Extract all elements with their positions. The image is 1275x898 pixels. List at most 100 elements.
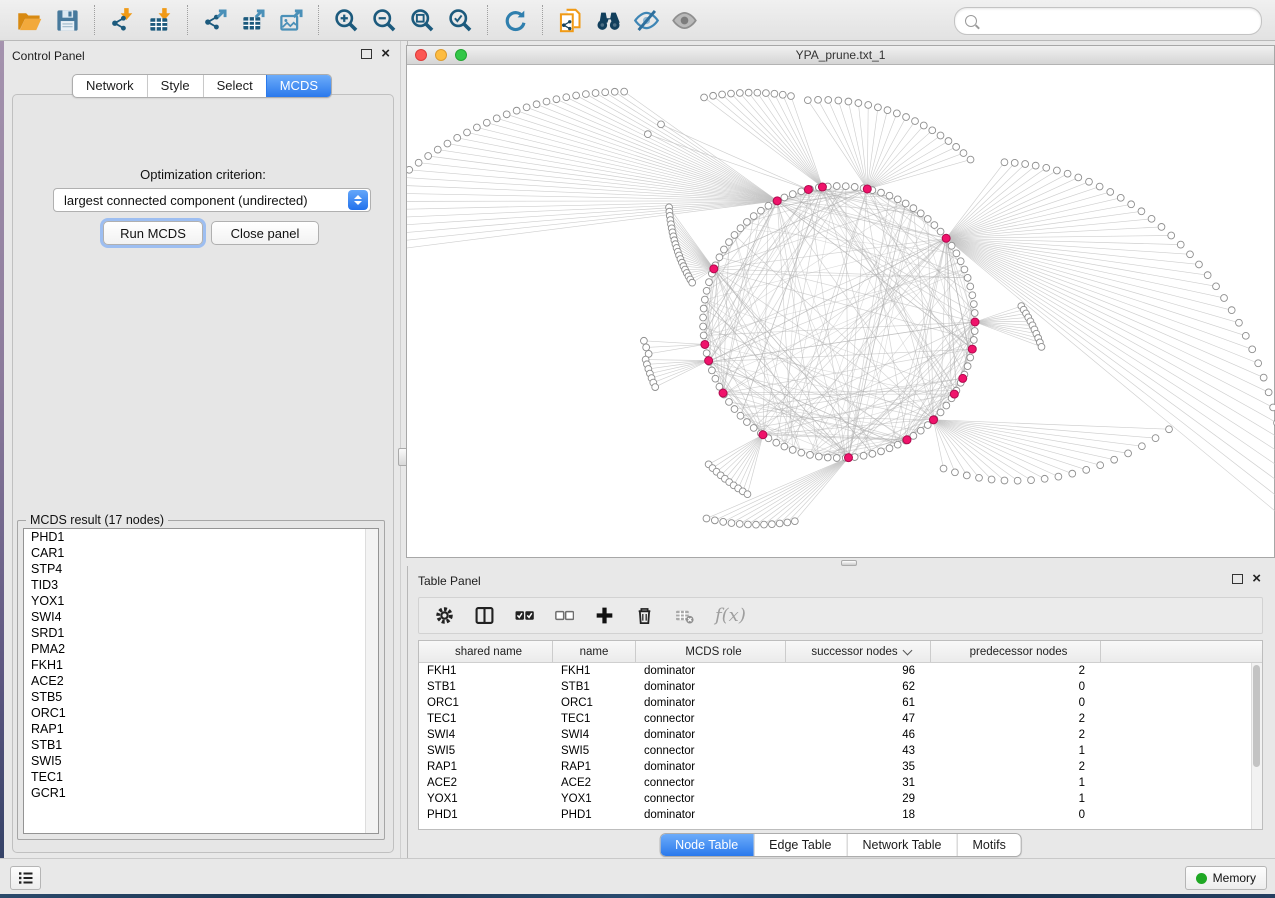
graph-node[interactable]: [1028, 477, 1035, 484]
result-item[interactable]: CAR1: [24, 545, 378, 561]
cell-shared-name[interactable]: TEC1: [419, 713, 553, 725]
export-image-icon[interactable]: [272, 3, 310, 37]
graph-node[interactable]: [845, 98, 852, 105]
result-item[interactable]: ACE2: [24, 673, 378, 689]
cell-predecessor-nodes[interactable]: 0: [931, 681, 1101, 693]
graph-node[interactable]: [473, 124, 480, 131]
graph-node[interactable]: [621, 88, 628, 95]
graph-node[interactable]: [937, 132, 944, 139]
cell-shared-name[interactable]: PHD1: [419, 809, 553, 821]
table-row[interactable]: RAP1RAP1dominator352: [419, 759, 1262, 775]
tab-select[interactable]: Select: [203, 75, 266, 97]
result-item[interactable]: PMA2: [24, 641, 378, 657]
scrollbar-thumb[interactable]: [1253, 665, 1260, 767]
cell-MCDS-role[interactable]: dominator: [636, 809, 786, 821]
cell-name[interactable]: ORC1: [553, 697, 636, 709]
export-table-icon[interactable]: [234, 3, 272, 37]
result-item[interactable]: SWI5: [24, 753, 378, 769]
graph-node[interactable]: [937, 409, 944, 416]
graph-node[interactable]: [964, 274, 971, 281]
graph-node[interactable]: [728, 90, 735, 97]
graph-node[interactable]: [824, 454, 831, 461]
graph-node[interactable]: [1064, 170, 1071, 177]
graph-node[interactable]: [917, 210, 924, 217]
document-share-icon[interactable]: [551, 3, 589, 37]
deselect-all-icon[interactable]: [555, 604, 574, 628]
trash-icon[interactable]: [635, 604, 654, 628]
save-icon[interactable]: [48, 3, 86, 37]
graph-node[interactable]: [1260, 374, 1267, 381]
graph-node[interactable]: [523, 104, 530, 111]
graph-node[interactable]: [1196, 261, 1203, 268]
memory-button[interactable]: Memory: [1185, 866, 1267, 890]
graph-node[interactable]: [701, 296, 708, 303]
graph-node[interactable]: [963, 472, 970, 479]
graph-node[interactable]: [1001, 159, 1008, 166]
cell-successor-nodes[interactable]: 62: [786, 681, 931, 693]
graph-node[interactable]: [719, 91, 726, 98]
cell-successor-nodes[interactable]: 61: [786, 697, 931, 709]
graph-node[interactable]: [652, 384, 659, 391]
graph-node[interactable]: [750, 425, 757, 432]
table-row[interactable]: PHD1PHD1dominator180: [419, 807, 1262, 823]
graph-node[interactable]: [1128, 201, 1135, 208]
graph-node[interactable]: [1255, 360, 1262, 367]
graph-node[interactable]: [743, 219, 750, 226]
graph-node[interactable]: [1041, 475, 1048, 482]
result-item[interactable]: TEC1: [24, 769, 378, 785]
graph-node[interactable]: [444, 140, 451, 147]
graph-node[interactable]: [860, 452, 867, 459]
zoom-in-icon[interactable]: [327, 3, 365, 37]
graph-node[interactable]: [1111, 456, 1118, 463]
graph-node[interactable]: [945, 138, 952, 145]
graph-node[interactable]: [1083, 466, 1090, 473]
graph-node[interactable]: [611, 88, 618, 95]
graph-node[interactable]: [1069, 470, 1076, 477]
cell-successor-nodes[interactable]: 43: [786, 745, 931, 757]
graph-node[interactable]: [706, 279, 713, 286]
cell-predecessor-nodes[interactable]: 1: [931, 793, 1101, 805]
graph-node[interactable]: [833, 183, 840, 190]
table-row[interactable]: SWI5SWI5connector431: [419, 743, 1262, 759]
horizontal-splitter[interactable]: [406, 558, 1275, 566]
graph-node[interactable]: [1107, 189, 1114, 196]
column-header-predecessor-nodes[interactable]: predecessor nodes: [931, 641, 1101, 662]
cell-successor-nodes[interactable]: 46: [786, 729, 931, 741]
graph-hub-node[interactable]: [903, 436, 911, 444]
graph-node[interactable]: [1086, 178, 1093, 185]
graph-node[interactable]: [1038, 343, 1045, 350]
graph-node[interactable]: [902, 200, 909, 207]
table-scrollbar[interactable]: [1251, 663, 1262, 829]
cell-successor-nodes[interactable]: 35: [786, 761, 931, 773]
cell-MCDS-role[interactable]: dominator: [636, 665, 786, 677]
graph-node[interactable]: [658, 121, 665, 128]
graph-node[interactable]: [745, 521, 752, 528]
float-panel-icon[interactable]: [1232, 574, 1243, 584]
graph-node[interactable]: [1168, 232, 1175, 239]
graph-node[interactable]: [789, 446, 796, 453]
graph-node[interactable]: [1204, 272, 1211, 279]
graph-node[interactable]: [1270, 404, 1275, 411]
graph-node[interactable]: [953, 143, 960, 150]
graph-node[interactable]: [893, 110, 900, 117]
graph-node[interactable]: [582, 91, 589, 98]
graph-node[interactable]: [952, 469, 959, 476]
graph-node[interactable]: [776, 520, 783, 527]
float-panel-icon[interactable]: [361, 49, 372, 59]
graph-node[interactable]: [1187, 251, 1194, 258]
cell-successor-nodes[interactable]: 96: [786, 665, 931, 677]
cell-name[interactable]: PHD1: [553, 809, 636, 821]
graph-node[interactable]: [1055, 473, 1062, 480]
graph-node[interactable]: [1001, 477, 1008, 484]
graph-node[interactable]: [943, 402, 950, 409]
graph-node[interactable]: [1043, 164, 1050, 171]
graph-hub-node[interactable]: [705, 357, 713, 365]
graph-node[interactable]: [1177, 241, 1184, 248]
graph-node[interactable]: [1117, 194, 1124, 201]
graph-node[interactable]: [765, 202, 772, 209]
result-item[interactable]: PHD1: [24, 529, 378, 545]
close-panel-icon[interactable]: ×: [381, 49, 390, 59]
graph-node[interactable]: [716, 254, 723, 261]
graph-node[interactable]: [757, 207, 764, 214]
graph-node[interactable]: [960, 150, 967, 157]
